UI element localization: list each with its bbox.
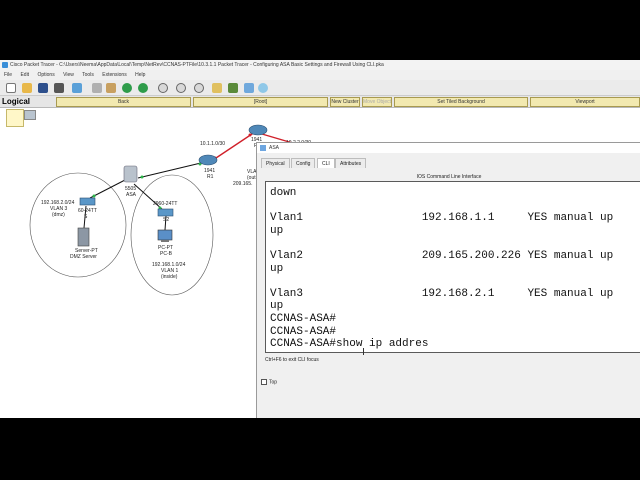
back-button[interactable]: Back (56, 97, 191, 107)
link-asa-r1 (137, 161, 206, 179)
open-icon[interactable] (22, 83, 32, 93)
asa-window-titlebar[interactable]: ASA (257, 143, 640, 153)
packet-tracer-icon (2, 62, 8, 68)
top-checkbox-row[interactable]: Top (261, 379, 277, 385)
cli-focus-hint: Ctrl+F6 to exit CLI focus (265, 357, 319, 363)
cli-terminal[interactable]: down Vlan1 192.168.1.1 YES manual up up … (265, 181, 640, 353)
menu-bar: File Edit Options View Tools Extensions … (0, 70, 640, 80)
dmz-cluster-ellipse (29, 172, 127, 278)
wizard-icon[interactable] (72, 83, 82, 93)
main-toolbar (0, 80, 640, 96)
new-cluster-button[interactable]: New Cluster (330, 97, 360, 107)
top-checkbox[interactable] (261, 379, 267, 385)
dmz-switch-name: S (84, 214, 88, 220)
tab-physical[interactable]: Physical (261, 158, 290, 168)
move-object-button[interactable]: Move Object (362, 97, 392, 107)
r1-name-label: R1 (207, 174, 214, 180)
window-title: Cisco Packet Tracer - C:\Users\Neema\App… (10, 62, 384, 68)
tab-config[interactable]: Config (291, 158, 316, 168)
asa-firewall-icon[interactable] (123, 165, 138, 183)
server-name-label: DMZ Server (70, 254, 97, 260)
device-view-icon[interactable] (244, 83, 254, 93)
link-r1-r2 (209, 131, 256, 163)
save-icon[interactable] (38, 83, 48, 93)
tab-cli[interactable]: CLI (317, 158, 335, 168)
menu-edit[interactable]: Edit (20, 72, 29, 78)
viewport-button[interactable]: Viewport (530, 97, 640, 107)
link-status-dot (140, 175, 144, 179)
zoom-in-icon[interactable] (158, 83, 168, 93)
dmz-switch-model: 60-24TT (78, 208, 97, 214)
dmz-switch-icon[interactable] (79, 197, 96, 206)
inside-switch-name: S2 (163, 217, 169, 223)
zoom-reset-icon[interactable] (176, 83, 186, 93)
palette-icon[interactable] (212, 83, 222, 93)
print-icon[interactable] (54, 83, 64, 93)
tab-attributes[interactable]: Attributes (335, 158, 367, 168)
terminal-output[interactable]: down Vlan1 192.168.1.1 YES manual up up … (266, 182, 640, 351)
paste-icon[interactable] (106, 83, 116, 93)
watermark-logo-icon (618, 406, 636, 414)
pc-b-stand-icon (161, 240, 169, 242)
inside-switch-icon[interactable] (157, 208, 174, 217)
router-top-icon[interactable] (248, 124, 268, 136)
asa-device-window[interactable]: ASA Physical Config CLI Attributes IOS C… (256, 142, 640, 418)
title-bar: Cisco Packet Tracer - C:\Users\Neema\App… (0, 60, 640, 70)
custom-device-icon[interactable] (228, 83, 238, 93)
pc-name-label: PC-B (160, 251, 173, 257)
root-button[interactable]: [Root] (193, 97, 328, 107)
menu-help[interactable]: Help (135, 72, 145, 78)
dmz-server-icon[interactable] (77, 227, 90, 247)
menu-options[interactable]: Options (37, 72, 54, 78)
outside-net-label: 209.165. (233, 181, 252, 187)
set-tiled-background-button[interactable]: Set Tiled Background (394, 97, 528, 107)
menu-file[interactable]: File (4, 72, 12, 78)
zoom-out-icon[interactable] (194, 83, 204, 93)
dmz-label: (dmz) (52, 212, 65, 218)
redo-icon[interactable] (138, 83, 148, 93)
router-r1-icon[interactable] (198, 154, 218, 166)
copy-icon[interactable] (92, 83, 102, 93)
pc-b-icon[interactable] (157, 229, 173, 241)
menu-view[interactable]: View (63, 72, 74, 78)
cloud-icon[interactable] (258, 83, 268, 93)
text-cursor-icon (363, 348, 364, 355)
undo-icon[interactable] (122, 83, 132, 93)
inside-label: (inside) (161, 274, 178, 280)
workspace-bar: Logical Back [Root] New Cluster Move Obj… (0, 96, 640, 108)
asa-window-icon (260, 145, 266, 151)
menu-tools[interactable]: Tools (82, 72, 94, 78)
menu-extensions[interactable]: Extensions (102, 72, 126, 78)
link-label-r1: 10.1.1.0/30 (200, 141, 225, 147)
cli-header: IOS Command Line Interface (416, 174, 482, 180)
link-status-dot (92, 194, 96, 198)
asa-window-title: ASA (269, 145, 280, 151)
inside-switch-model: 2960-24TT (153, 201, 177, 207)
top-checkbox-label: Top (269, 379, 278, 386)
asa-name-label: ASA (126, 192, 137, 198)
app-screen: Cisco Packet Tracer - C:\Users\Neema\App… (0, 60, 640, 418)
logical-label: Logical (2, 97, 31, 106)
new-icon[interactable] (6, 83, 16, 93)
